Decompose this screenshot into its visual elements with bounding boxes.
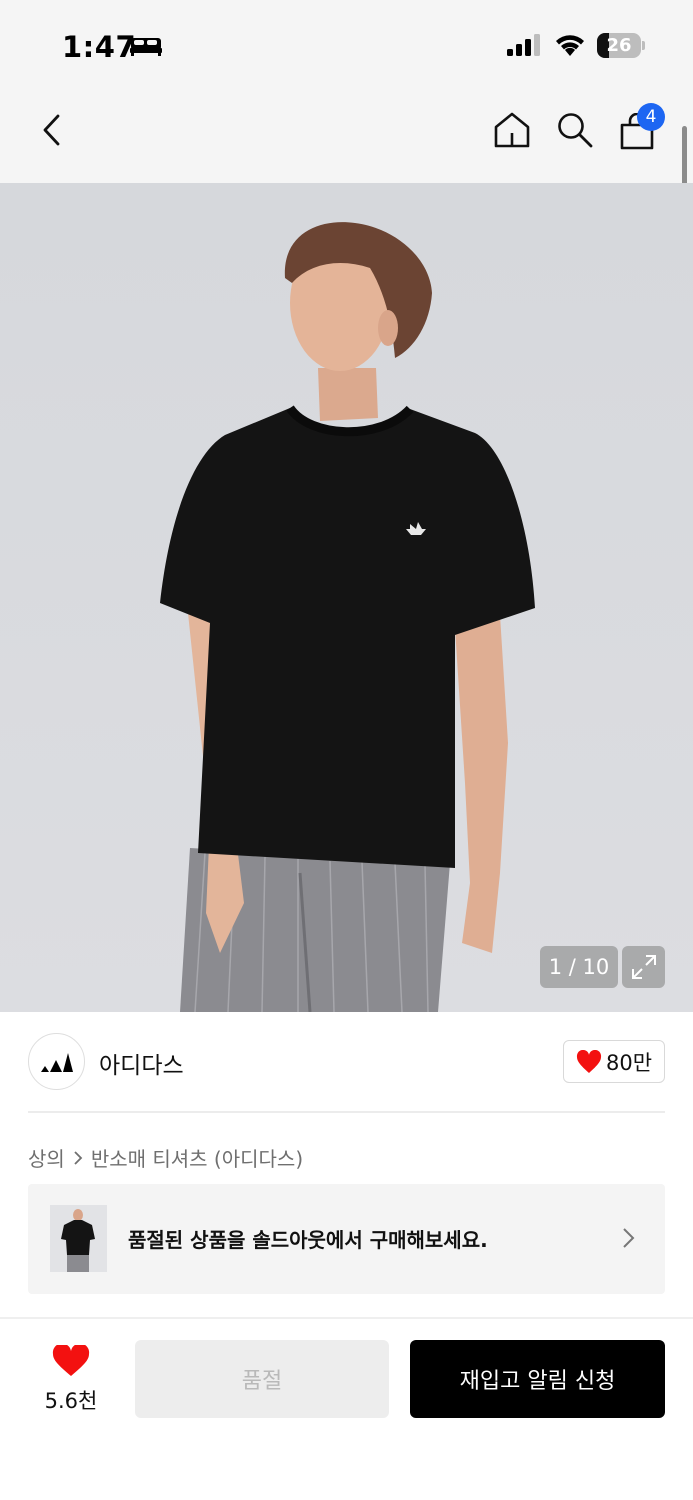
search-icon — [558, 113, 593, 148]
battery-icon: 26 — [597, 33, 645, 58]
bed-icon — [130, 35, 162, 61]
wishlist-count: 5.6천 — [44, 1389, 98, 1413]
brand-like-count: 80만 — [605, 1050, 653, 1075]
signal-icon — [506, 33, 542, 61]
banner-product-thumbnail — [50, 1205, 107, 1272]
heart-icon — [576, 1049, 601, 1073]
cart-button[interactable]: 4 — [617, 103, 665, 152]
image-page-indicator: 1 / 10 — [540, 946, 618, 988]
adidas-logo-icon — [40, 1052, 73, 1072]
battery-level: 26 — [606, 35, 632, 56]
product-image[interactable]: 1 / 10 — [0, 183, 693, 1012]
status-bar: 1:47 26 — [0, 0, 693, 92]
home-button[interactable] — [490, 108, 534, 152]
restock-alert-button[interactable]: 재입고 알림 신청 — [410, 1340, 665, 1418]
brand-name[interactable]: 아디다스 — [99, 1046, 184, 1080]
expand-image-button[interactable] — [622, 946, 665, 988]
status-time: 1:47 — [62, 30, 137, 64]
search-button[interactable] — [553, 108, 597, 152]
breadcrumb-category[interactable]: 상의 — [28, 1143, 65, 1172]
product-photo — [160, 222, 535, 1012]
home-icon — [494, 112, 530, 148]
breadcrumb: 상의 반소매 티셔츠 (아디다스) — [28, 1143, 303, 1172]
back-button[interactable] — [30, 108, 74, 152]
soldout-banner-text: 품절된 상품을 솔드아웃에서 구매해보세요. — [128, 1228, 488, 1252]
breadcrumb-subcategory[interactable]: 반소매 티셔츠 (아디다스) — [91, 1143, 303, 1172]
soldout-button: 품절 — [135, 1340, 389, 1418]
wifi-icon — [554, 32, 586, 62]
chevron-right-icon — [623, 1228, 635, 1248]
cart-count-badge: 4 — [637, 103, 665, 131]
nav-bar: 4 — [0, 92, 693, 183]
brand-row[interactable]: 아디다스 80만 — [28, 1033, 665, 1091]
divider — [0, 1317, 693, 1319]
wishlist-button[interactable]: 5.6천 — [32, 1343, 110, 1413]
chevron-right-icon — [74, 1150, 83, 1165]
heart-icon — [52, 1345, 90, 1376]
divider — [28, 1111, 665, 1113]
soldout-banner[interactable]: 품절된 상품을 솔드아웃에서 구매해보세요. — [28, 1184, 665, 1294]
back-chevron-icon — [43, 114, 60, 146]
brand-like-button[interactable]: 80만 — [563, 1040, 665, 1083]
brand-logo[interactable] — [28, 1033, 85, 1090]
expand-icon — [631, 955, 656, 979]
